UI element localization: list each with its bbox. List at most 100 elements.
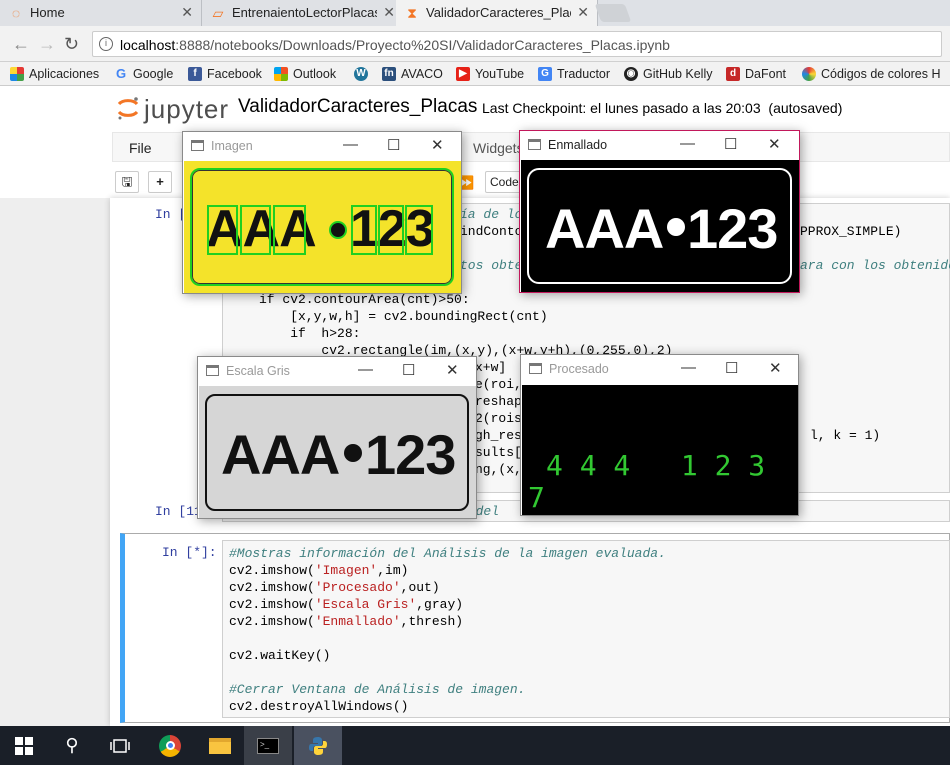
code-fragment: x+w] <box>475 360 507 375</box>
bookmarks-bar: Aplicaciones G Google f Facebook Outlook W… <box>0 62 950 86</box>
forward-arrow-icon[interactable]: → <box>38 34 56 55</box>
maximize-icon[interactable]: ☐ <box>724 135 737 153</box>
minimize-icon[interactable]: — <box>681 359 696 376</box>
address-bar-area: ← → ↻ i localhost:8888/notebooks/Downloa… <box>0 26 950 62</box>
bookmark-colores[interactable]: Códigos de colores H <box>802 65 941 83</box>
plate-image-color: AAA 123 <box>184 161 461 293</box>
url-input[interactable]: i localhost:8888/notebooks/Downloads/Pro… <box>92 31 942 57</box>
cell-prompt: In [11 <box>155 504 202 519</box>
bookmark-label: Outlook <box>293 67 337 81</box>
bookmark-label: AVACO <box>401 67 443 81</box>
file-explorer-icon[interactable] <box>196 726 244 765</box>
window-title: Enmallado <box>548 138 608 152</box>
save-icon[interactable]: 🖫 <box>115 171 139 193</box>
plate-image-gray: AAA 123 <box>199 386 476 518</box>
menu-file[interactable]: File <box>129 140 152 156</box>
window-titlebar[interactable]: Imagen — ☐ ✕ <box>183 132 461 160</box>
bookmark-label: Códigos de colores H <box>821 67 941 81</box>
search-icon[interactable]: ⚲ <box>48 726 96 765</box>
emblem-icon <box>329 221 347 239</box>
plate-numbers: 123 <box>687 197 778 260</box>
code-fragment: 2(rois <box>475 411 522 426</box>
bookmark-traductor[interactable]: G Traductor <box>538 65 610 83</box>
bookmark-label: Aplicaciones <box>29 67 100 81</box>
window-imagen[interactable]: Imagen — ☐ ✕ AAA 123 <box>182 131 462 294</box>
close-icon[interactable]: ✕ <box>577 4 589 21</box>
tab-home[interactable]: ◌ Home ✕ <box>0 0 202 26</box>
plate-numbers: 123 <box>365 423 456 486</box>
char-box <box>378 205 404 255</box>
window-app-icon <box>206 365 219 376</box>
plate-image-threshold: AAA 123 <box>521 160 799 292</box>
new-tab-button[interactable] <box>594 4 632 22</box>
tab-entrenamiento[interactable]: ▱ EntrenaientoLectorPlacas ✕ <box>202 0 404 26</box>
bookmark-github[interactable]: ◉ GitHub Kelly <box>624 65 712 83</box>
back-arrow-icon[interactable]: ← <box>12 34 30 55</box>
code-line: cv2.imshow('Procesado',out) <box>229 580 440 595</box>
close-icon[interactable]: ✕ <box>181 4 193 21</box>
bookmark-aplicaciones[interactable]: Aplicaciones <box>10 65 99 83</box>
close-icon[interactable]: ✕ <box>446 361 459 379</box>
close-icon[interactable]: ✕ <box>769 359 782 377</box>
microsoft-icon <box>274 67 288 81</box>
code-fragment: sults[ <box>475 445 522 460</box>
close-icon[interactable]: ✕ <box>383 4 395 21</box>
emblem-icon <box>344 444 362 462</box>
jupyter-logo-icon[interactable] <box>116 95 140 121</box>
terminal-icon[interactable]: >_ <box>244 726 292 765</box>
windows-start-icon[interactable] <box>0 726 48 765</box>
tab-validador[interactable]: ⧗ ValidadorCaracteres_Plac ✕ <box>396 0 598 26</box>
bookmark-wordpress[interactable]: W <box>354 65 368 83</box>
maximize-icon[interactable]: ☐ <box>387 136 400 154</box>
code-line: cv2.imshow('Enmallado',thresh) <box>229 614 464 629</box>
close-icon[interactable]: ✕ <box>768 135 781 153</box>
apps-grid-icon <box>10 67 24 81</box>
window-title: Imagen <box>211 139 253 153</box>
tab-label: Home <box>30 5 65 20</box>
minimize-icon[interactable]: — <box>680 135 695 152</box>
python-icon[interactable] <box>294 726 342 765</box>
window-app-icon <box>191 140 204 151</box>
code-fragment: ía de lo <box>460 207 523 222</box>
code-line: if h>28: <box>259 326 361 341</box>
reload-icon[interactable]: ↻ <box>64 34 79 55</box>
maximize-icon[interactable]: ☐ <box>402 361 415 379</box>
github-icon: ◉ <box>624 67 638 81</box>
recognized-digits: 4 4 4 1 2 3 <box>546 449 766 482</box>
window-enmallado[interactable]: Enmallado — ☐ ✕ AAA 123 <box>519 130 800 293</box>
minimize-icon[interactable]: — <box>343 136 358 153</box>
avaco-icon: fn <box>382 67 396 81</box>
task-view-icon[interactable] <box>96 726 144 765</box>
bookmark-label: GitHub Kelly <box>643 67 713 81</box>
bookmark-google[interactable]: G Google <box>114 65 173 83</box>
add-cell-icon[interactable]: + <box>148 171 172 193</box>
bookmark-dafont[interactable]: d DaFont <box>726 65 786 83</box>
code-fragment: ara con los obtenido <box>800 258 950 273</box>
dafont-icon: d <box>726 67 740 81</box>
info-icon[interactable]: i <box>99 37 113 51</box>
notebook-title[interactable]: ValidadorCaracteres_Placas <box>238 96 477 118</box>
window-titlebar[interactable]: Procesado — ☐ ✕ <box>521 355 798 383</box>
bookmark-facebook[interactable]: f Facebook <box>188 65 262 83</box>
char-box <box>351 205 377 255</box>
window-app-icon <box>528 139 541 150</box>
menu-widgets[interactable]: Widgets <box>473 140 524 156</box>
close-icon[interactable]: ✕ <box>431 136 444 154</box>
window-titlebar[interactable]: Enmallado — ☐ ✕ <box>520 131 799 159</box>
notebook-icon: ▱ <box>212 5 224 21</box>
window-titlebar[interactable]: Escala Gris — ☐ ✕ <box>198 357 476 385</box>
maximize-icon[interactable]: ☐ <box>725 359 738 377</box>
window-escala-gris[interactable]: Escala Gris — ☐ ✕ AAA 123 <box>197 356 477 519</box>
bookmark-outlook[interactable]: Outlook <box>274 65 336 83</box>
code-fragment: indConto <box>460 224 523 239</box>
window-app-icon <box>529 363 542 374</box>
bookmark-avaco[interactable]: fn AVACO <box>382 65 443 83</box>
code-fragment: ng,(x, <box>475 462 522 477</box>
minimize-icon[interactable]: — <box>358 361 373 378</box>
jupyter-icon: ◌ <box>11 5 21 21</box>
wordpress-icon: W <box>354 67 368 81</box>
chrome-icon[interactable] <box>146 726 194 765</box>
code-fragment: PPROX_SIMPLE) <box>800 224 902 239</box>
window-procesado[interactable]: Procesado — ☐ ✕ 4 4 4 1 2 3 7 <box>520 354 799 516</box>
bookmark-youtube[interactable]: ▶ YouTube <box>456 65 524 83</box>
